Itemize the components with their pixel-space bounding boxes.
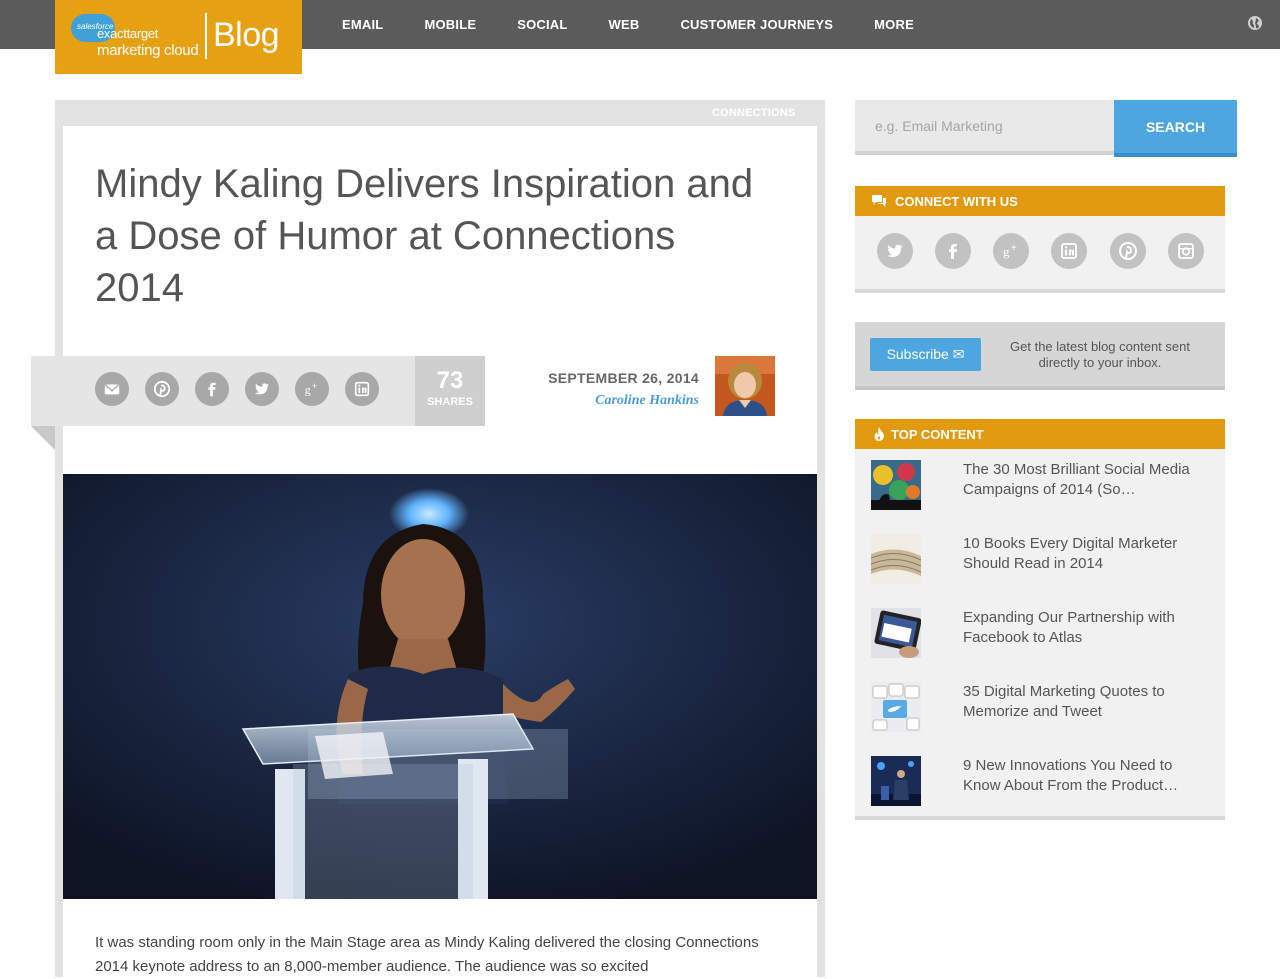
pinterest-share-icon[interactable] [145,372,179,406]
top-content-item-title[interactable]: 9 New Innovations You Need to Know About… [963,756,1213,796]
linkedin-share-icon[interactable] [345,372,379,406]
article-body-paragraph: It was standing room only in the Main St… [95,934,759,975]
svg-text:g: g [305,384,311,397]
top-content-title: TOP CONTENT [891,426,984,442]
author-avatar[interactable] [715,356,775,416]
top-content-item-title[interactable]: Expanding Our Partnership with Facebook … [963,608,1213,648]
nav-email[interactable]: EMAIL [342,17,383,32]
top-content-item[interactable]: 35 Digital Marketing Quotes to Memorize … [871,682,1211,734]
top-content-widget: TOP CONTENT The 30 Most Brilliant Social… [855,419,1225,820]
article-hero-image [63,474,817,899]
pinterest-icon[interactable] [1110,233,1146,269]
chat-bubbles-icon [871,193,887,209]
top-content-item-title[interactable]: 10 Books Every Digital Marketer Should R… [963,534,1213,574]
top-content-thumbnail [871,682,921,732]
top-content-thumbnail [871,460,921,510]
connect-widget-title: CONNECT WITH US [895,193,1018,209]
twitter-share-icon[interactable] [245,372,279,406]
top-content-item[interactable]: 10 Books Every Digital Marketer Should R… [871,534,1211,586]
top-content-item[interactable]: The 30 Most Brilliant Social Media Campa… [871,460,1211,512]
logo-line-2: marketing cloud [97,42,199,59]
top-content-item[interactable]: 9 New Innovations You Need to Know About… [871,756,1211,808]
nav-social[interactable]: SOCIAL [517,17,567,32]
search-form: SEARCH [855,100,1237,157]
article-category[interactable]: CONNECTIONS [712,107,795,119]
svg-text:+: + [1011,243,1017,254]
subscribe-description: Get the latest blog content sent directl… [1010,339,1190,370]
share-count-label: SHARES [427,396,473,408]
top-content-thumbnail [871,756,921,806]
twitter-icon[interactable] [877,233,913,269]
top-content-header: TOP CONTENT [855,419,1225,449]
search-input[interactable] [855,100,1114,151]
logo-blog-text: Blog [213,16,280,54]
top-content-item[interactable]: Expanding Our Partnership with Facebook … [871,608,1211,660]
main-nav: EMAIL MOBILE SOCIAL WEB CUSTOMER JOURNEY… [342,17,955,32]
site-logo[interactable]: salesforce exacttarget marketing cloud B… [55,0,302,74]
flame-icon [871,426,887,442]
top-content-thumbnail [871,608,921,658]
google-plus-share-icon[interactable]: g + [295,372,329,406]
facebook-icon[interactable] [935,233,971,269]
instagram-icon[interactable] [1168,233,1204,269]
globe-icon[interactable] [1247,15,1263,31]
article-date: SEPTEMBER 26, 2014 [548,370,699,386]
logo-line-1: exacttarget [97,26,159,41]
article-author[interactable]: Caroline Hankins [595,393,699,409]
nav-customer-journeys[interactable]: CUSTOMER JOURNEYS [680,17,833,32]
search-button[interactable]: SEARCH [1114,100,1237,157]
article-title: Mindy Kaling Delivers Inspiration and a … [95,162,754,310]
subscribe-widget: Subscribe ✉ Get the latest blog content … [855,322,1225,390]
connect-widget: CONNECT WITH US g + [855,186,1225,293]
subscribe-button[interactable]: Subscribe ✉ [870,338,981,371]
top-content-thumbnail [871,534,921,584]
google-plus-icon[interactable]: g + [993,233,1029,269]
svg-text:+: + [312,381,317,391]
facebook-share-icon[interactable] [195,372,229,406]
top-content-item-title[interactable]: The 30 Most Brilliant Social Media Campa… [963,460,1213,500]
connect-widget-header: CONNECT WITH US [855,186,1225,216]
email-share-icon[interactable] [95,372,129,406]
share-count-box: 73 SHARES [415,356,485,426]
svg-text:g: g [1003,244,1010,259]
linkedin-icon[interactable] [1051,233,1087,269]
nav-more[interactable]: MORE [874,17,914,32]
nav-mobile[interactable]: MOBILE [424,17,476,32]
share-bar-fold [31,426,55,450]
nav-web[interactable]: WEB [609,17,640,32]
logo-divider [205,13,207,59]
share-count: 73 [436,367,464,394]
top-content-item-title[interactable]: 35 Digital Marketing Quotes to Memorize … [963,682,1213,722]
